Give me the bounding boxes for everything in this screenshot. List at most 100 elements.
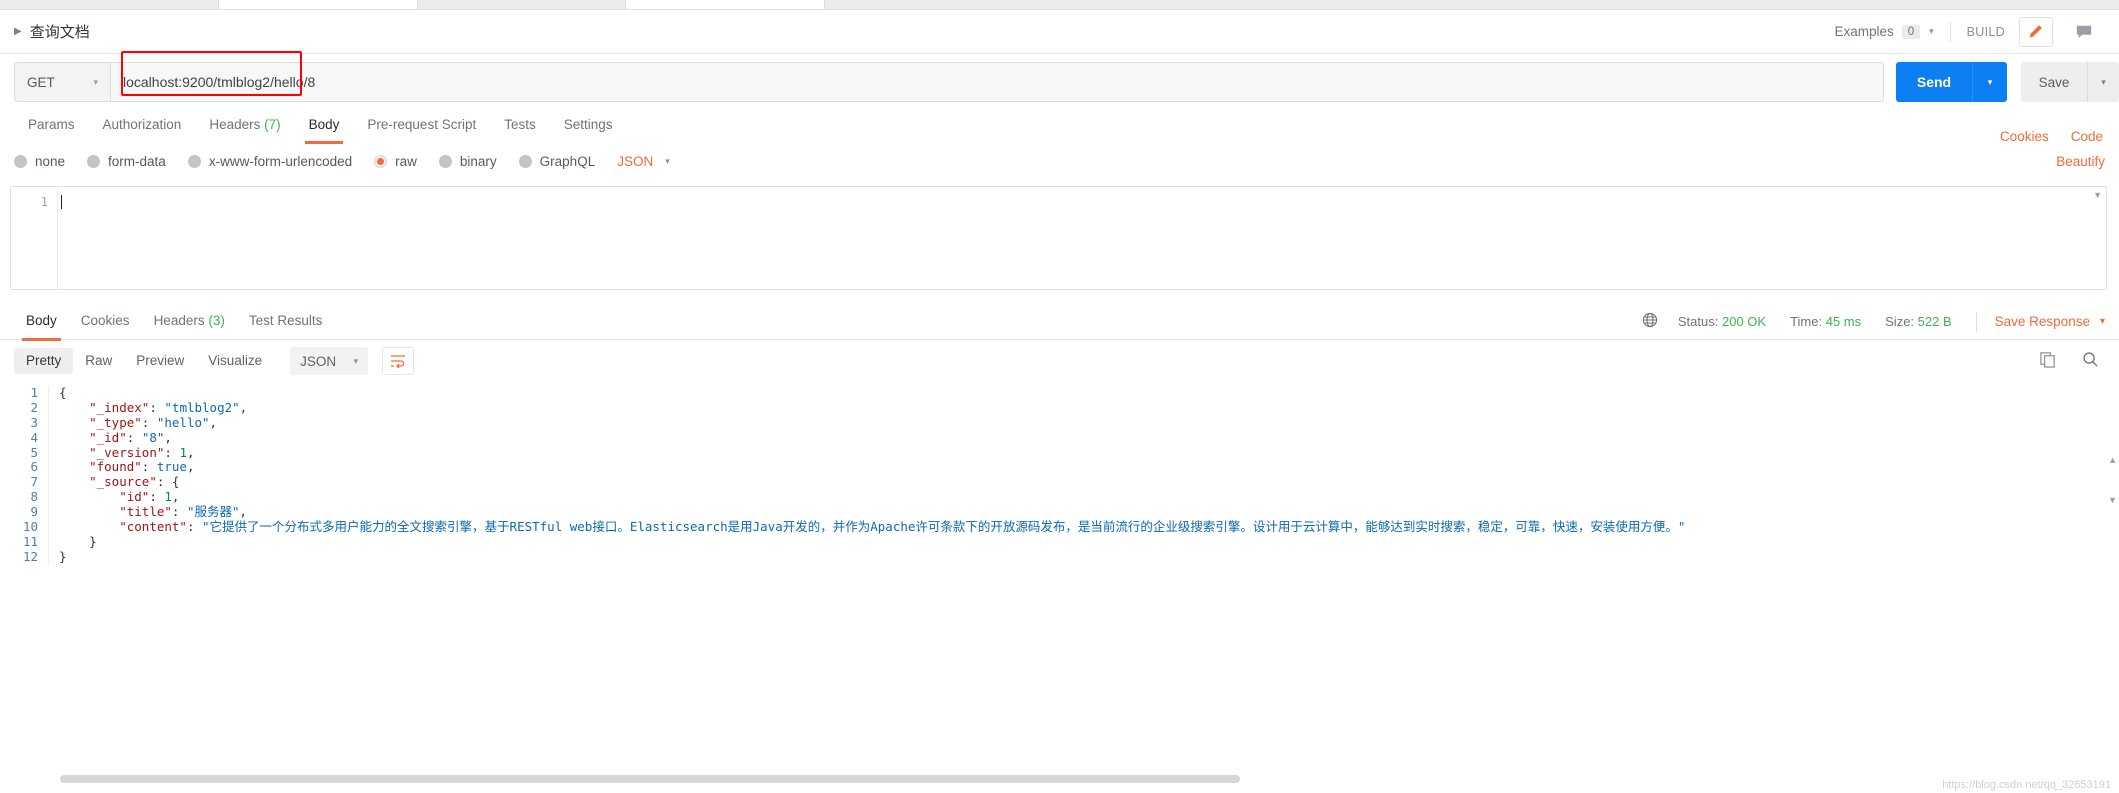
status-label: Status: — [1677, 314, 1719, 329]
save-response-caret-icon[interactable]: ▾ — [2100, 316, 2105, 327]
body-row-actions: Beautify — [2056, 154, 2105, 169]
status-value: 200 OK — [1721, 314, 1767, 329]
json-token: , — [186, 459, 195, 475]
view-visualize[interactable]: Visualize — [196, 348, 274, 374]
body-type-form-data[interactable]: form-data — [87, 154, 166, 169]
json-line: "_version": 1, — [59, 444, 2119, 461]
beautify-link[interactable]: Beautify — [2056, 154, 2105, 169]
tab-pre-request-script[interactable]: Pre-request Script — [353, 110, 490, 144]
tab-tests[interactable]: Tests — [490, 110, 550, 144]
radio-label: form-data — [108, 153, 166, 169]
radio-dot-icon — [187, 154, 201, 168]
json-token: { — [59, 385, 67, 400]
send-group: Send ▾ — [1896, 62, 2007, 102]
save-group: Save ▾ — [2021, 62, 2119, 102]
json-token: "_type" — [89, 414, 142, 430]
examples-count-badge: 0 — [1901, 24, 1921, 39]
body-type-raw[interactable]: raw — [374, 154, 417, 169]
pencil-icon[interactable] — [2019, 16, 2053, 47]
radio-dot-icon — [518, 154, 532, 168]
scroll-up-icon[interactable]: ▲ — [2108, 455, 2117, 465]
body-type-none[interactable]: none — [14, 154, 65, 169]
page-title: 查询文档 — [29, 23, 90, 41]
url-input[interactable]: localhost:9200/tmlblog2/hello/8 — [110, 62, 1884, 102]
search-icon[interactable] — [2082, 351, 2099, 371]
json-token: , — [164, 429, 172, 445]
request-body-editor[interactable]: 1 ▼ — [10, 186, 2107, 290]
raw-format-select[interactable]: JSON ▾ — [617, 154, 670, 169]
body-type-x-www-form-urlencoded[interactable]: x-www-form-urlencoded — [187, 153, 353, 169]
time-value: 45 ms — [1825, 314, 1862, 329]
word-wrap-icon[interactable] — [382, 347, 415, 375]
copy-icon[interactable] — [2039, 351, 2056, 371]
save-options-caret-icon[interactable]: ▾ — [2087, 62, 2119, 102]
editor-text-area[interactable]: ▼ — [57, 187, 2106, 289]
tab-stub[interactable] — [625, 0, 825, 9]
radio-label: x-www-form-urlencoded — [208, 153, 353, 169]
tab-authorization[interactable]: Authorization — [89, 110, 196, 144]
http-method-select[interactable]: GET ▾ — [14, 62, 110, 102]
tab-body[interactable]: Body — [295, 110, 354, 144]
body-type-binary[interactable]: binary — [438, 154, 497, 169]
line-number: 8 — [30, 489, 38, 505]
line-number: 5 — [30, 444, 38, 460]
build-button[interactable]: BUILD — [1967, 25, 2005, 39]
view-preview[interactable]: Preview — [124, 348, 196, 374]
json-token: } — [59, 548, 67, 564]
tab-label: Cookies — [80, 312, 130, 328]
tab-stub[interactable] — [218, 0, 418, 9]
response-meta: Status: 200 OK Time: 45 ms Size: 522 B S… — [1642, 311, 2105, 332]
globe-icon[interactable] — [1642, 312, 1658, 331]
code-link[interactable]: Code — [2071, 129, 2103, 144]
body-type-graphql[interactable]: GraphQL — [518, 154, 595, 169]
tab-label: Test Results — [248, 312, 323, 328]
view-label: Visualize — [208, 353, 263, 368]
response-tab-cookies[interactable]: Cookies — [69, 304, 142, 340]
tab-label: Authorization — [102, 117, 182, 132]
response-tab-headers[interactable]: Headers (3) — [142, 304, 237, 340]
http-method-value: GET — [27, 74, 55, 90]
line-number: 10 — [22, 519, 38, 535]
divider — [1949, 21, 1951, 42]
triangle-right-icon[interactable]: ▶ — [14, 26, 22, 37]
response-toolbar: Pretty Raw Preview Visualize JSON ▾ — [0, 340, 2119, 382]
comment-icon[interactable] — [2067, 17, 2101, 47]
line-number: 11 — [22, 533, 38, 549]
view-raw[interactable]: Raw — [73, 348, 124, 374]
line-number: 7 — [30, 474, 38, 490]
json-token: 1 — [179, 444, 187, 460]
send-options-caret-icon[interactable]: ▾ — [1972, 62, 2007, 102]
json-token: "它提供了一个分布式多用户能力的全文搜索引擎，基于RESTful web接口。E… — [202, 519, 1686, 535]
view-label: Raw — [85, 353, 113, 368]
save-response-button[interactable]: Save Response — [1995, 314, 2090, 329]
tab-headers[interactable]: Headers (7) — [195, 110, 294, 144]
scroll-down-icon[interactable]: ▼ — [2108, 495, 2117, 505]
tab-label: Settings — [563, 117, 613, 132]
view-label: Preview — [136, 353, 185, 368]
tab-label: Body — [308, 117, 340, 132]
chevron-down-icon[interactable]: ▼ — [2093, 190, 2102, 200]
request-tabs: Params Authorization Headers (7) Body Pr… — [0, 110, 2119, 144]
response-format-select[interactable]: JSON ▾ — [290, 347, 369, 375]
size-label: Size: — [1885, 314, 1915, 329]
view-pretty[interactable]: Pretty — [14, 348, 74, 374]
save-button[interactable]: Save — [2021, 62, 2087, 102]
response-tab-body[interactable]: Body — [14, 304, 69, 341]
chevron-down-icon[interactable]: ▾ — [1929, 26, 1934, 37]
json-line: "_type": "hello", — [59, 414, 2119, 431]
size-value: 522 B — [1917, 314, 1952, 329]
radio-dot-icon — [87, 154, 101, 168]
cookies-link[interactable]: Cookies — [2000, 129, 2049, 144]
send-button[interactable]: Send — [1896, 62, 1972, 102]
examples-label: Examples — [1834, 24, 1894, 39]
scrollbar-thumb[interactable] — [60, 775, 1240, 783]
line-number: 12 — [22, 548, 38, 564]
response-body-viewer[interactable]: 1 2 3 4 5 6 7 8 9 10 11 12 { "_index": "tmlblog2", … — [0, 382, 2119, 565]
tab-settings[interactable]: Settings — [550, 110, 627, 144]
chevron-down-icon: ▾ — [93, 76, 98, 87]
json-token: : — [141, 459, 157, 475]
response-tab-test-results[interactable]: Test Results — [237, 304, 335, 340]
json-token: : — [164, 444, 180, 460]
tab-params[interactable]: Params — [14, 110, 89, 144]
horizontal-scrollbar[interactable] — [0, 775, 2119, 783]
